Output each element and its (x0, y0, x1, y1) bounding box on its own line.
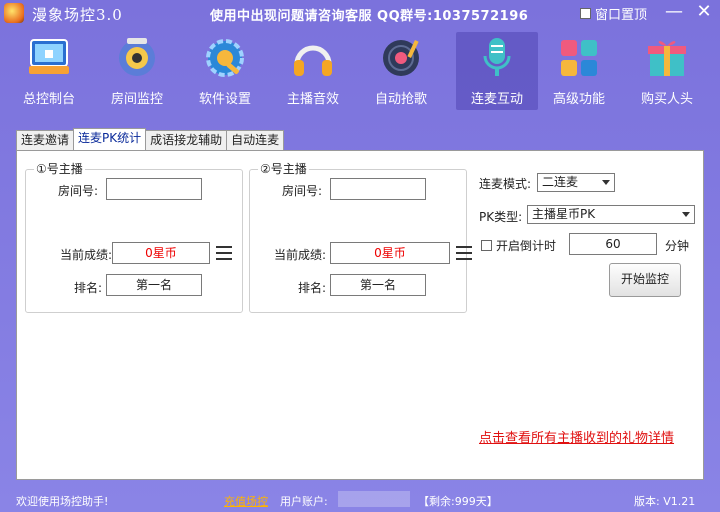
support-notice: 使用中出现问题请咨询客服 QQ群号:1037572196 (210, 9, 529, 24)
anchor1-group: ①号主播 房间号: 当前成绩: 0星币 排名: 第一名 (25, 160, 243, 313)
pk-type-label: PK类型: (479, 210, 523, 224)
app-title: 漫象场控3.0 (32, 6, 123, 24)
toolbar-buy-heads[interactable]: 购买人头 (626, 32, 708, 110)
pk-stats-panel: ①号主播 房间号: 当前成绩: 0星币 排名: 第一名 ②号主播 房间号: 当前… (16, 150, 704, 480)
toolbar-label: 主播音效 (286, 92, 339, 107)
anchor1-rank-field: 第一名 (106, 274, 202, 296)
status-bar: 欢迎使用场控助手! 充值场控 用户账户: 【剩余:999天】 版本: V1.21 (0, 486, 720, 512)
toolbar-auto-song[interactable]: 自动抢歌 (360, 32, 442, 110)
toolbar-advanced[interactable]: 高级功能 (538, 32, 620, 110)
start-monitor-button[interactable]: 开始监控 (609, 263, 681, 297)
minimize-button[interactable]: — (664, 2, 684, 22)
app-window: 漫象场控3.0 使用中出现问题请咨询客服 QQ群号:1037572196 窗口置… (0, 0, 720, 512)
anchor1-score-label: 当前成绩: (59, 248, 112, 262)
minutes-label: 分钟 (665, 239, 690, 253)
anchor2-room-label: 房间号: (281, 184, 322, 198)
vinyl-icon (383, 39, 419, 76)
dashboard-icon (29, 39, 69, 74)
toolbar-room-monitor[interactable]: 房间监控 (96, 32, 178, 110)
countdown-label: 开启倒计时 (496, 239, 557, 253)
pk-type-select[interactable]: 主播星币PK (527, 205, 695, 224)
toolbar-label: 软件设置 (198, 92, 251, 107)
anchor2-room-input[interactable] (330, 178, 426, 200)
pk-type-value: 主播星币PK (532, 207, 596, 221)
menu-icon[interactable] (216, 246, 232, 260)
topmost-checkbox[interactable] (580, 8, 591, 19)
title-bar: 漫象场控3.0 使用中出现问题请咨询客服 QQ群号:1037572196 窗口置… (0, 0, 720, 26)
toolbar-label: 房间监控 (110, 92, 163, 107)
mode-label: 连麦模式: (479, 177, 532, 191)
chevron-down-icon (682, 212, 690, 217)
remaining-days: 【剩余:999天】 (418, 495, 498, 508)
mode-value: 二连麦 (542, 175, 579, 189)
anchor2-score-label: 当前成绩: (273, 248, 326, 262)
toolbar-label: 总控制台 (22, 92, 75, 107)
anchor1-score-field: 0星币 (112, 242, 210, 264)
countdown-toggle[interactable]: 开启倒计时 (481, 237, 556, 254)
tab-mic-invite[interactable]: 连麦邀请 (16, 130, 75, 150)
gift-details-link[interactable]: 点击查看所有主播收到的礼物详情 (479, 427, 674, 446)
anchor2-group: ②号主播 房间号: 当前成绩: 0星币 排名: 第一名 (249, 160, 472, 313)
blocks-icon (561, 40, 597, 76)
topmost-label: 窗口置顶 (595, 8, 648, 23)
microphone-icon (483, 38, 511, 76)
account-value-masked (338, 491, 410, 507)
toolbar-anchor-sound[interactable]: 主播音效 (272, 32, 354, 110)
tab-idiom-chain[interactable]: 成语接龙辅助 (145, 130, 228, 150)
anchor1-title: ①号主播 (34, 160, 85, 177)
countdown-checkbox[interactable] (481, 240, 492, 251)
anchor1-rank-label: 排名: (73, 281, 102, 295)
main-toolbar: 总控制台 房间监控 软件设置 主播音效 自动抢歌 连麦互动 高级功能 购买人头 (8, 32, 712, 112)
anchor2-score-field: 0星币 (330, 242, 450, 264)
anchor1-room-input[interactable] (106, 178, 202, 200)
camera-icon (119, 38, 155, 76)
account-label: 用户账户: (280, 495, 328, 508)
app-logo-icon (4, 3, 24, 23)
headphones-icon (294, 45, 332, 76)
toolbar-label: 自动抢歌 (374, 92, 427, 107)
toolbar-dashboard[interactable]: 总控制台 (8, 32, 90, 110)
tab-auto-mic[interactable]: 自动连麦 (226, 130, 285, 150)
mode-select[interactable]: 二连麦 (537, 173, 615, 192)
close-button[interactable]: ✕ (694, 2, 714, 22)
anchor2-title: ②号主播 (258, 160, 309, 177)
toolbar-label: 连麦互动 (470, 92, 523, 107)
tab-strip: 连麦邀请 连麦PK统计 成语接龙辅助 自动连麦 (16, 128, 285, 150)
topmost-toggle[interactable]: 窗口置顶 (580, 4, 647, 23)
toolbar-label: 购买人头 (640, 92, 693, 107)
gear-icon (206, 39, 244, 77)
anchor1-room-label: 房间号: (57, 184, 98, 198)
countdown-minutes-input[interactable]: 60 (569, 233, 657, 255)
toolbar-label: 高级功能 (552, 92, 605, 107)
anchor2-rank-field: 第一名 (330, 274, 426, 296)
chevron-down-icon (602, 180, 610, 185)
tab-pk-stats[interactable]: 连麦PK统计 (73, 128, 147, 150)
gift-icon (648, 41, 686, 76)
toolbar-settings[interactable]: 软件设置 (184, 32, 266, 110)
version-text: 版本: V1.21 (634, 495, 696, 508)
anchor2-rank-label: 排名: (297, 281, 326, 295)
welcome-text: 欢迎使用场控助手! (16, 495, 109, 508)
recharge-link[interactable]: 充值场控 (224, 493, 268, 509)
toolbar-mic-interact[interactable]: 连麦互动 (456, 32, 538, 110)
menu-icon[interactable] (456, 246, 472, 260)
